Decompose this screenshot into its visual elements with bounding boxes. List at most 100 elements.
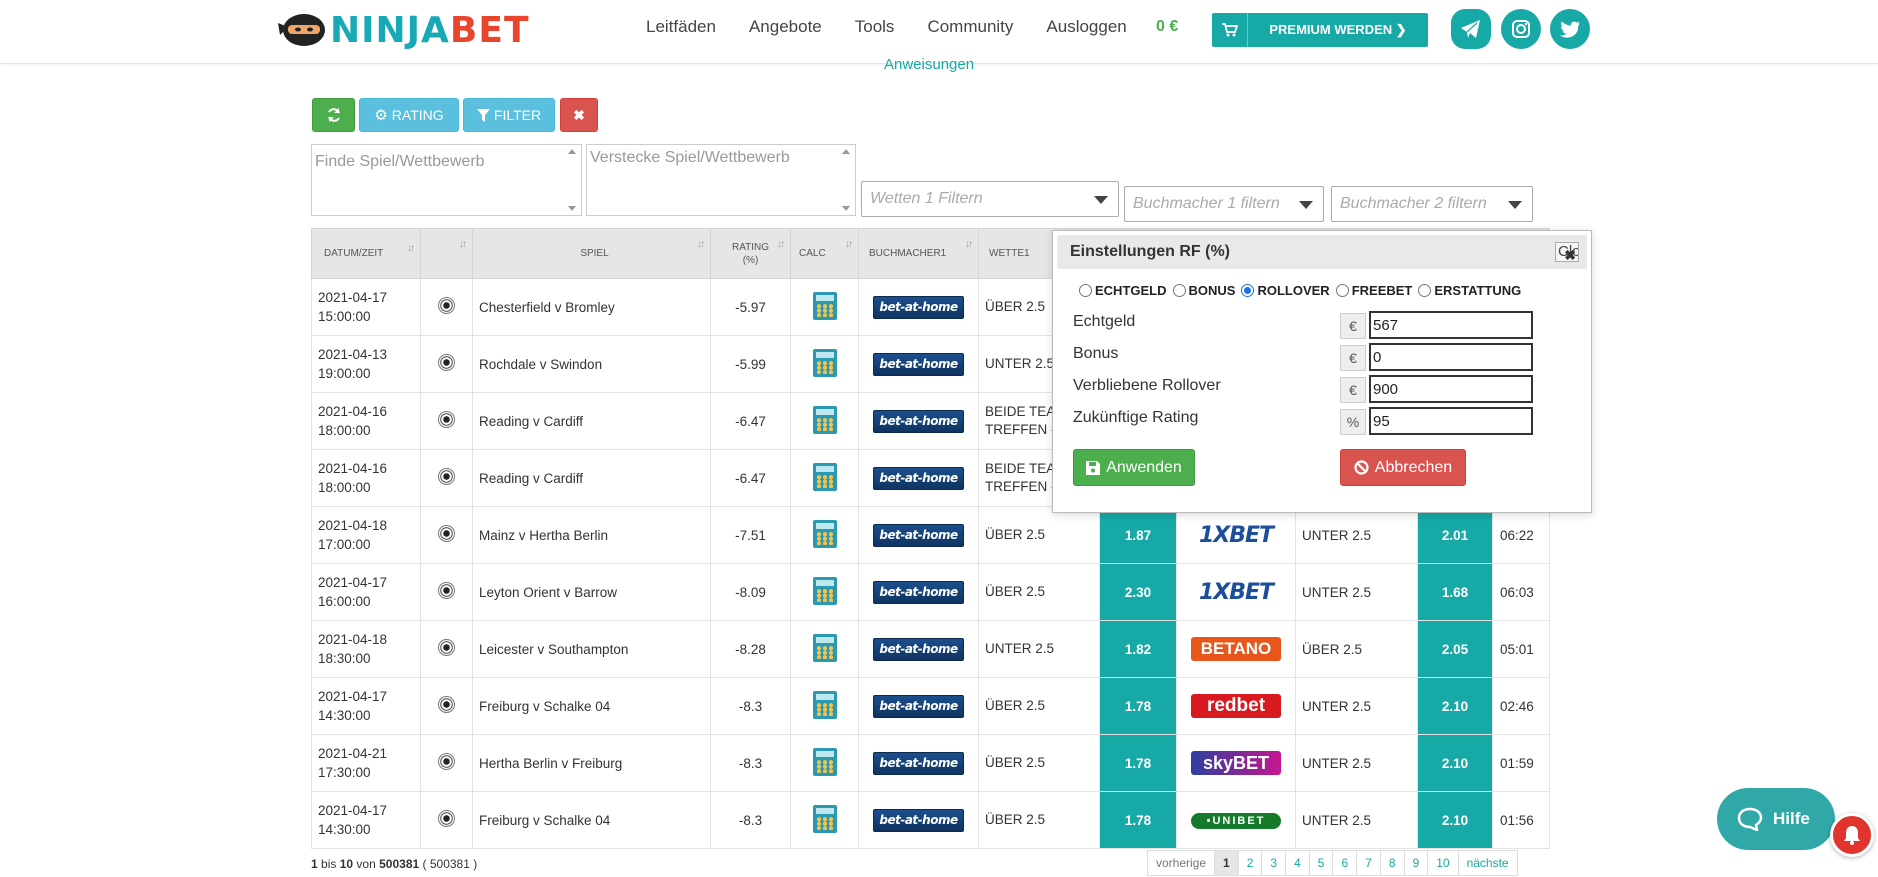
- bookmaker2-filter-select[interactable]: Buchmacher 2 filtern: [1331, 186, 1533, 222]
- pager-page-1[interactable]: 1: [1214, 850, 1239, 876]
- calculator-icon[interactable]: [812, 348, 837, 377]
- radio-freebet[interactable]: FREEBET: [1335, 283, 1412, 298]
- cell-match[interactable]: Rochdale v Swindon: [472, 335, 711, 393]
- calculator-icon[interactable]: [812, 291, 837, 320]
- premium-button[interactable]: PREMIUM WERDEN ❯: [1212, 13, 1428, 47]
- radio-button-selected[interactable]: [1241, 284, 1255, 297]
- pager-page-10[interactable]: 10: [1427, 850, 1459, 876]
- table-row[interactable]: 2021-04-21 17:30:00 Hertha Berlin v Freibu…: [311, 734, 1550, 792]
- bookmaker-logo-bet-at-home[interactable]: bet-at-home: [873, 694, 964, 718]
- radio-bonus[interactable]: BONUS: [1172, 283, 1235, 298]
- cell-match[interactable]: Reading v Cardiff: [472, 392, 711, 450]
- table-row[interactable]: 2021-04-17 14:30:00 Freiburg v Schalke 04-…: [311, 791, 1550, 849]
- cell-odd1[interactable]: 1.78: [1099, 734, 1177, 792]
- echtgeld-input[interactable]: [1369, 311, 1533, 339]
- radio-button[interactable]: [1335, 284, 1349, 297]
- dialog-close-button[interactable]: Close ✖: [1555, 242, 1579, 262]
- account-balance[interactable]: 0 €: [1156, 18, 1178, 36]
- pager-page-9[interactable]: 9: [1403, 850, 1429, 876]
- cell-odd2[interactable]: 2.10: [1417, 734, 1493, 792]
- pager-prev-button[interactable]: vorherige: [1147, 850, 1216, 876]
- filter-button[interactable]: FILTER: [463, 98, 555, 132]
- cell-odd1[interactable]: 1.78: [1099, 677, 1177, 735]
- bookmaker2-logo[interactable]: 1XBET: [1199, 523, 1274, 548]
- cell-match[interactable]: Chesterfield v Bromley: [472, 278, 711, 336]
- twitter-icon[interactable]: [1550, 9, 1590, 49]
- telegram-icon[interactable]: [1451, 9, 1491, 49]
- nav-item-guides[interactable]: Leitfäden: [646, 17, 716, 37]
- nav-item-community[interactable]: Community: [927, 17, 1013, 37]
- bookmaker2-logo[interactable]: •UNIBET: [1191, 812, 1281, 829]
- col-header-rating[interactable]: RATING (%) ↓↑: [710, 228, 791, 279]
- pager-next-button[interactable]: nächste: [1457, 850, 1518, 876]
- cell-odd1[interactable]: 1.82: [1099, 620, 1177, 678]
- nav-item-logout[interactable]: Ausloggen: [1046, 17, 1126, 37]
- calculator-icon[interactable]: [812, 405, 837, 434]
- bookmaker-logo-bet-at-home[interactable]: bet-at-home: [873, 523, 964, 547]
- nav-item-tools[interactable]: Tools: [855, 17, 895, 37]
- scrollbar[interactable]: [837, 145, 855, 215]
- future-rating-input[interactable]: [1369, 407, 1533, 435]
- pager-page-6[interactable]: 6: [1332, 850, 1358, 876]
- cell-odd2[interactable]: 2.01: [1417, 506, 1493, 564]
- calculator-icon[interactable]: [812, 462, 837, 491]
- bookmaker2-logo[interactable]: 1XBET: [1199, 580, 1274, 605]
- pager-page-2[interactable]: 2: [1237, 850, 1263, 876]
- bookmaker2-logo[interactable]: BETANO: [1191, 637, 1281, 661]
- table-row[interactable]: 2021-04-18 18:30:00 Leicester v Southampto…: [311, 620, 1550, 678]
- cell-odd1[interactable]: 1.87: [1099, 506, 1177, 564]
- cell-match[interactable]: Mainz v Hertha Berlin: [472, 506, 711, 564]
- nav-item-offers[interactable]: Angebote: [749, 17, 822, 37]
- cell-match[interactable]: Hertha Berlin v Freiburg: [472, 734, 711, 792]
- calculator-icon[interactable]: [812, 690, 837, 719]
- bookmaker-logo-bet-at-home[interactable]: bet-at-home: [873, 295, 964, 319]
- radio-erstattung[interactable]: ERSTATTUNG: [1418, 283, 1521, 298]
- calculator-icon[interactable]: [812, 576, 837, 605]
- rollover-input[interactable]: [1369, 375, 1533, 403]
- bookmaker-logo-bet-at-home[interactable]: bet-at-home: [873, 751, 964, 775]
- table-row[interactable]: 2021-04-17 14:30:00 Freiburg v Schalke 04-…: [311, 677, 1550, 735]
- cell-odd2[interactable]: 2.05: [1417, 620, 1493, 678]
- apply-button[interactable]: Anwenden: [1073, 449, 1195, 486]
- col-header-bookmaker1[interactable]: BUCHMACHER1 ↓↑: [858, 228, 979, 279]
- pager-page-7[interactable]: 7: [1356, 850, 1381, 876]
- radio-button[interactable]: [1172, 284, 1186, 297]
- instructions-link[interactable]: Anweisungen: [884, 56, 974, 73]
- bookmaker2-logo[interactable]: redbet: [1191, 694, 1281, 718]
- cell-match[interactable]: Freiburg v Schalke 04: [472, 677, 711, 735]
- scrollbar[interactable]: [563, 145, 581, 215]
- radio-button[interactable]: [1418, 284, 1432, 297]
- find-match-input[interactable]: Finde Spiel/Wettbewerb: [311, 144, 582, 216]
- bookmaker-logo-bet-at-home[interactable]: bet-at-home: [873, 580, 964, 604]
- bonus-input[interactable]: [1369, 343, 1533, 371]
- cell-match[interactable]: Leicester v Southampton: [472, 620, 711, 678]
- radio-echtgeld[interactable]: ECHTGELD: [1079, 283, 1167, 298]
- cancel-button[interactable]: Abbrechen: [1340, 449, 1466, 486]
- bookmaker-logo-bet-at-home[interactable]: bet-at-home: [873, 808, 964, 832]
- cell-odd2[interactable]: 2.10: [1417, 791, 1493, 849]
- table-row[interactable]: 2021-04-18 17:00:00 Mainz v Hertha Berlin -…: [311, 506, 1550, 564]
- cell-match[interactable]: Leyton Orient v Barrow: [472, 563, 711, 621]
- col-header-match[interactable]: SPIEL ↓↑: [472, 228, 711, 279]
- radio-button[interactable]: [1079, 284, 1092, 297]
- calculator-icon[interactable]: [812, 633, 837, 662]
- col-header-sport[interactable]: ↓↑: [420, 228, 473, 279]
- cell-odd2[interactable]: 2.10: [1417, 677, 1493, 735]
- clear-filters-button[interactable]: ✖: [560, 98, 598, 132]
- calculator-icon[interactable]: [812, 747, 837, 776]
- ninjabet-logo[interactable]: NINJABET: [276, 8, 530, 52]
- pager-page-5[interactable]: 5: [1308, 850, 1334, 876]
- col-header-calc[interactable]: CALC ↓↑: [790, 228, 859, 279]
- pager-page-3[interactable]: 3: [1261, 850, 1287, 876]
- notification-bell-icon[interactable]: [1830, 813, 1874, 857]
- hide-match-input[interactable]: Verstecke Spiel/Wettbewerb: [586, 144, 856, 216]
- calculator-icon[interactable]: [812, 519, 837, 548]
- rating-button[interactable]: ⚙ RATING: [359, 98, 459, 132]
- bookmaker-logo-bet-at-home[interactable]: bet-at-home: [873, 409, 964, 433]
- help-widget-button[interactable]: Hilfe: [1717, 788, 1835, 850]
- bookmaker-logo-bet-at-home[interactable]: bet-at-home: [873, 352, 964, 376]
- col-header-date[interactable]: DATUM/ZEIT ↓↑: [311, 228, 421, 279]
- cell-odd2[interactable]: 1.68: [1417, 563, 1493, 621]
- refresh-button[interactable]: [312, 98, 355, 132]
- pager-page-8[interactable]: 8: [1379, 850, 1405, 876]
